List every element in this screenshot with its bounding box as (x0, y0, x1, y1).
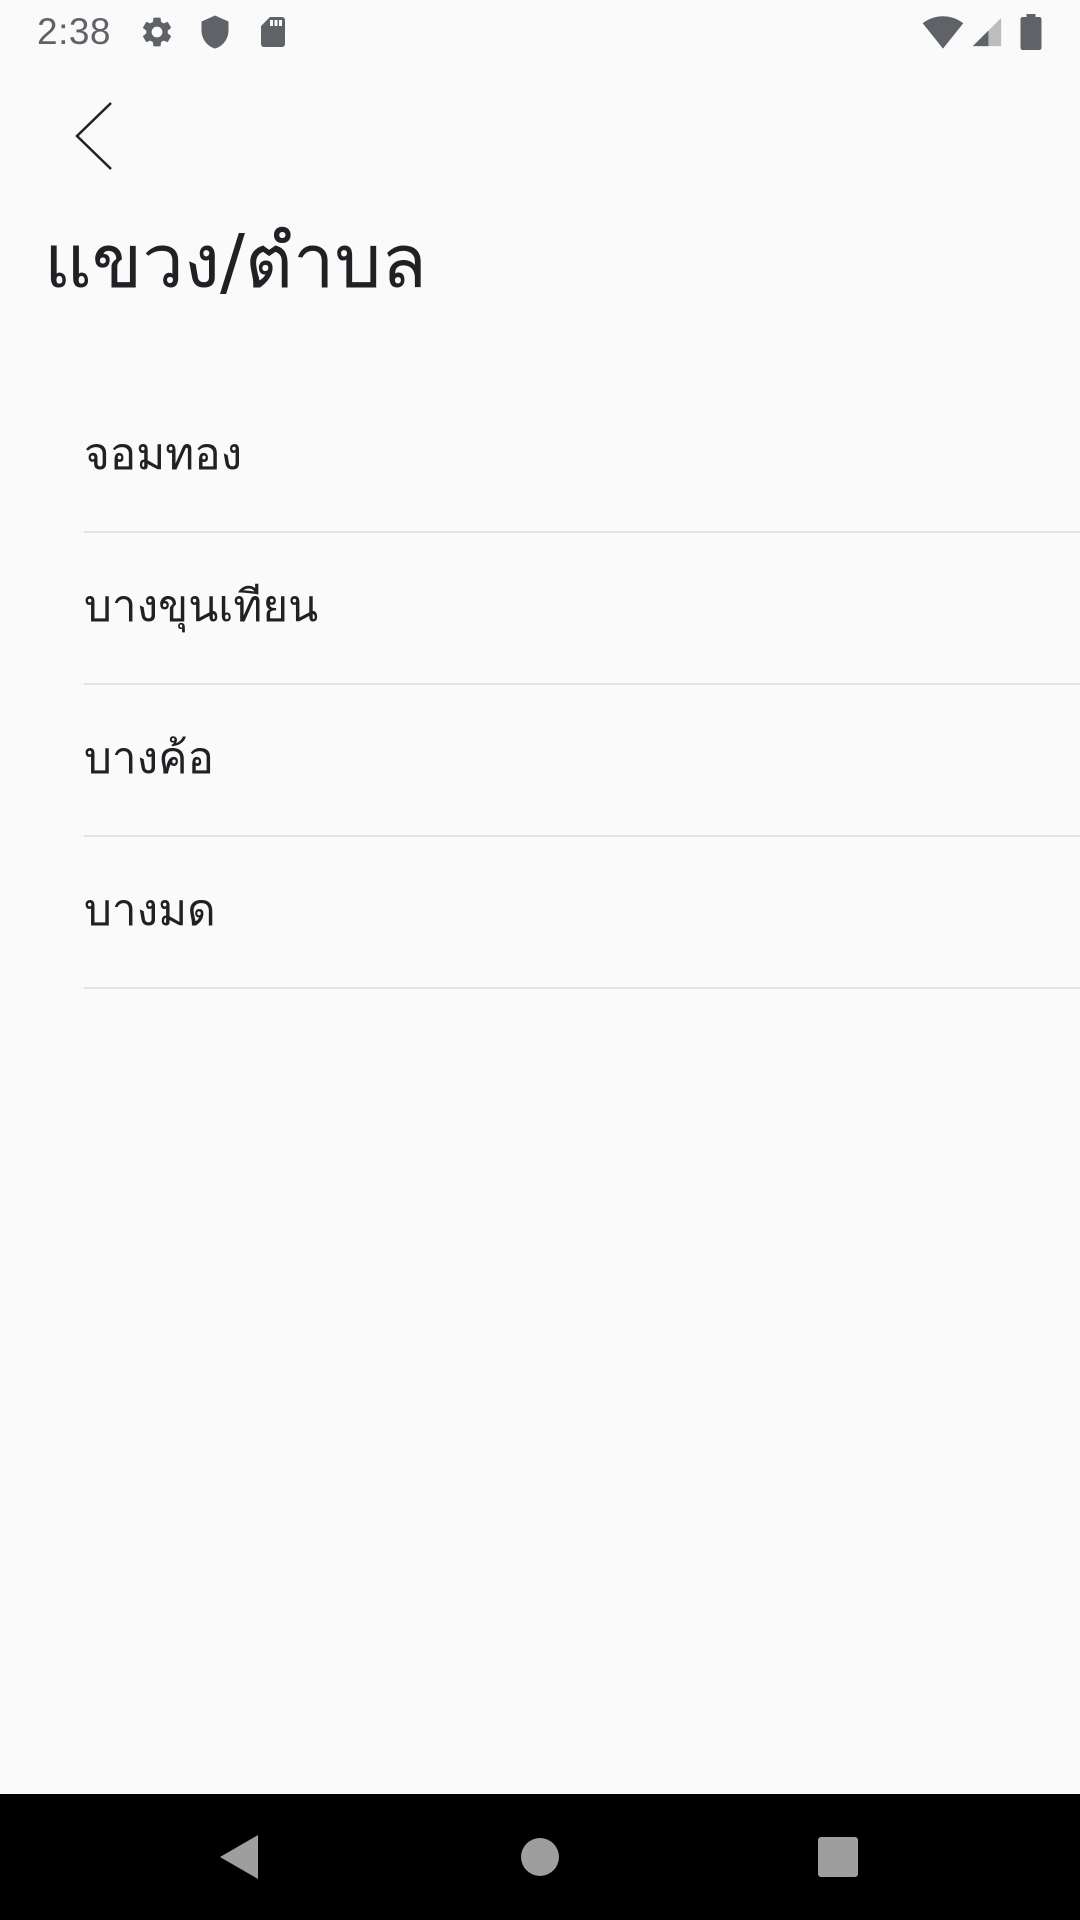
nav-back-button[interactable] (210, 1827, 270, 1887)
chevron-left-icon (75, 102, 112, 170)
list-item-label: จอมทอง (84, 429, 243, 480)
list-item[interactable]: บางค้อ (0, 685, 1080, 837)
recents-square-icon (818, 1837, 858, 1877)
shield-icon (197, 14, 233, 50)
list-item[interactable]: จอมทอง (0, 381, 1080, 533)
wifi-icon (922, 14, 964, 50)
back-button[interactable] (62, 95, 132, 177)
list-item-label: บางขุนเทียน (84, 581, 319, 632)
back-triangle-icon (220, 1835, 258, 1879)
screen: 2:38 แขวง/ตำบล จอมทอง บางขุนเทียน บางค้อ… (0, 0, 1080, 1920)
list-item[interactable]: บางมด (0, 837, 1080, 989)
sd-card-icon (255, 14, 291, 50)
nav-recents-button[interactable] (808, 1827, 868, 1887)
list-item-label: บางค้อ (84, 733, 214, 784)
page-title: แขวง/ตำบล (44, 219, 427, 305)
status-bar: 2:38 (0, 0, 1080, 63)
battery-icon (1018, 14, 1044, 50)
list-item[interactable]: บางขุนเทียน (0, 533, 1080, 685)
list-item-label: บางมด (84, 885, 216, 936)
home-circle-icon (521, 1838, 559, 1876)
gear-icon (139, 14, 175, 50)
nav-home-button[interactable] (510, 1827, 570, 1887)
status-time: 2:38 (37, 11, 112, 52)
cell-signal-icon (970, 14, 1004, 50)
list-divider (84, 987, 1080, 989)
subdistrict-list: จอมทอง บางขุนเทียน บางค้อ บางมด (0, 381, 1080, 989)
navigation-bar (0, 1794, 1080, 1920)
